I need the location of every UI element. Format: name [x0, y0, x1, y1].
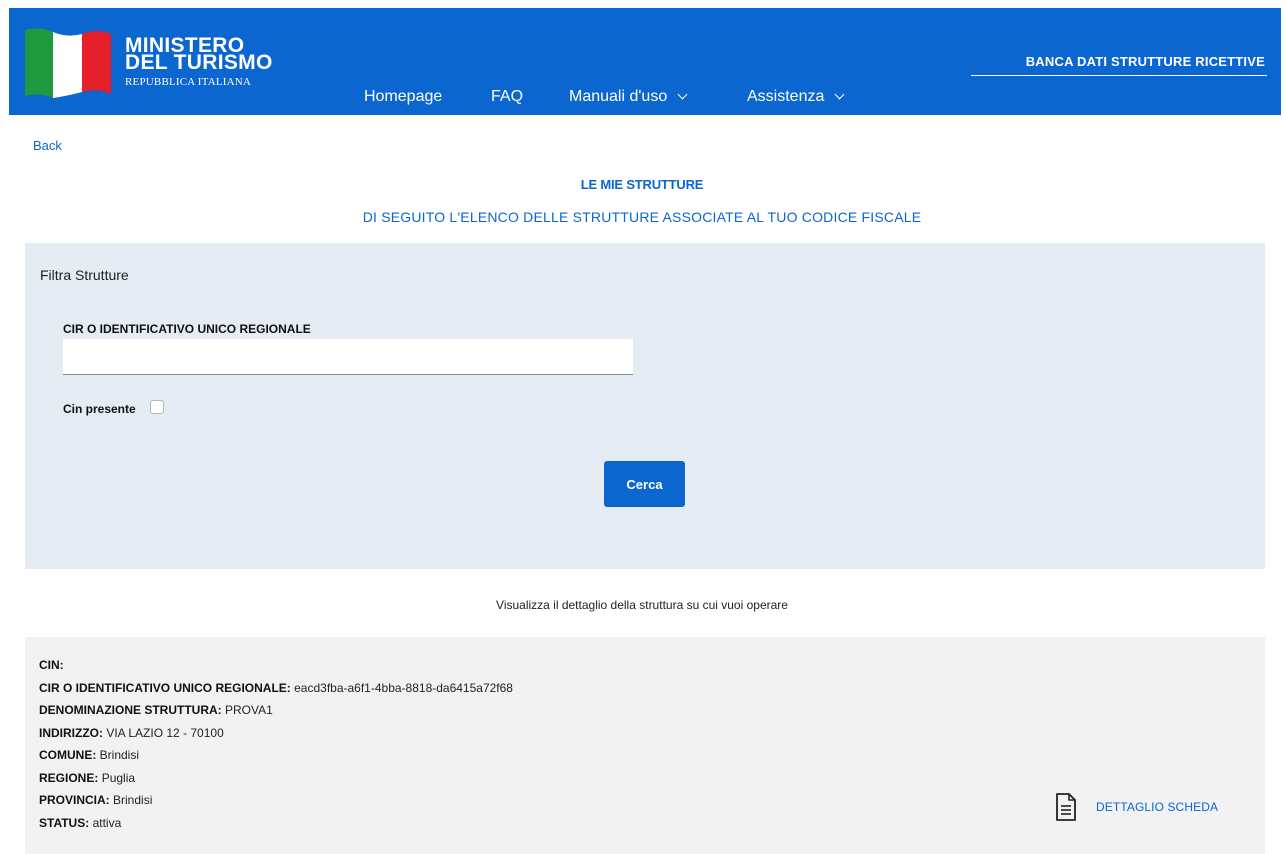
- chevron-down-icon: [834, 89, 845, 100]
- field-label: INDIRIZZO:: [39, 725, 103, 740]
- field-value: eacd3fba-a6f1-4bba-8818-da6415a72f68: [294, 680, 513, 695]
- field-regione: REGIONE: Puglia: [39, 767, 513, 790]
- field-label: STATUS:: [39, 815, 90, 830]
- nav-faq[interactable]: FAQ: [491, 88, 523, 106]
- field-label: COMUNE:: [39, 748, 97, 762]
- dettaglio-scheda-label: DETTAGLIO SCHEDA: [1096, 800, 1219, 814]
- instruction-text: Visualizza il dettaglio della struttura …: [496, 598, 788, 612]
- document-icon: [1056, 793, 1076, 821]
- cin-presente-checkbox[interactable]: [150, 400, 164, 414]
- cir-input[interactable]: [63, 339, 633, 375]
- field-provincia: PROVINCIA: Brindisi: [39, 789, 513, 812]
- field-comune: COMUNE: Brindisi: [39, 744, 513, 767]
- nav-homepage[interactable]: Homepage: [364, 88, 442, 106]
- filter-panel: Filtra Strutture CIR O IDENTIFICATIVO UN…: [25, 243, 1265, 569]
- field-value: attiva: [92, 815, 122, 830]
- header-divider: [971, 75, 1267, 76]
- nav-homepage-label: Homepage: [364, 88, 443, 105]
- nav-faq-label: FAQ: [491, 88, 524, 105]
- field-value: VIA LAZIO 12 - 70100: [106, 725, 224, 740]
- field-cir: CIR O IDENTIFICATIVO UNICO REGIONALE: ea…: [39, 677, 513, 700]
- field-value: Brindisi: [99, 748, 140, 762]
- field-cin: CIN:: [39, 654, 513, 677]
- field-label: DENOMINAZIONE STRUTTURA:: [39, 703, 222, 717]
- search-button[interactable]: Cerca: [604, 461, 685, 507]
- field-status: STATUS: attiva: [39, 812, 513, 835]
- filter-title: Filtra Strutture: [40, 267, 129, 283]
- italian-flag-logo-icon: [25, 28, 111, 98]
- header-right-title[interactable]: BANCA DATI STRUTTURE RICETTIVE: [1026, 54, 1265, 69]
- field-label: CIN:: [39, 658, 64, 672]
- cin-presente-label: Cin presente: [63, 402, 136, 416]
- nav-manuali-dropdown[interactable]: Manuali d'uso: [569, 88, 688, 106]
- nav-assistenza-label: Assistenza: [747, 88, 825, 105]
- site-header: MINISTERO DEL TURISMO REPUBBLICA ITALIAN…: [9, 8, 1281, 115]
- field-value: Puglia: [101, 770, 136, 785]
- field-label: PROVINCIA:: [39, 793, 110, 807]
- field-label: REGIONE:: [39, 770, 99, 785]
- field-value: Brindisi: [113, 793, 153, 807]
- back-link[interactable]: Back: [33, 138, 62, 153]
- field-indirizzo: INDIRIZZO: VIA LAZIO 12 - 70100: [39, 722, 513, 745]
- page-title: LE MIE STRUTTURE: [580, 177, 704, 192]
- nav-manuali-label: Manuali d'uso: [569, 88, 668, 105]
- page-subtitle: DI SEGUITO L'ELENCO DELLE STRUTTURE ASSO…: [362, 209, 922, 225]
- structure-card: CIN: CIR O IDENTIFICATIVO UNICO REGIONAL…: [25, 637, 1265, 854]
- dettaglio-scheda-link[interactable]: DETTAGLIO SCHEDA: [1055, 791, 1218, 823]
- brand-subtitle: REPUBBLICA ITALIANA: [125, 76, 252, 88]
- chevron-down-icon: [677, 89, 688, 100]
- brand-name-line2: DEL TURISMO: [125, 51, 273, 74]
- nav-assistenza-dropdown[interactable]: Assistenza: [747, 88, 845, 106]
- field-label: CIR O IDENTIFICATIVO UNICO REGIONALE:: [39, 680, 291, 695]
- field-value: PROVA1: [225, 703, 273, 717]
- field-denominazione: DENOMINAZIONE STRUTTURA: PROVA1: [39, 699, 513, 722]
- cir-field-label: CIR O IDENTIFICATIVO UNICO REGIONALE: [63, 322, 311, 336]
